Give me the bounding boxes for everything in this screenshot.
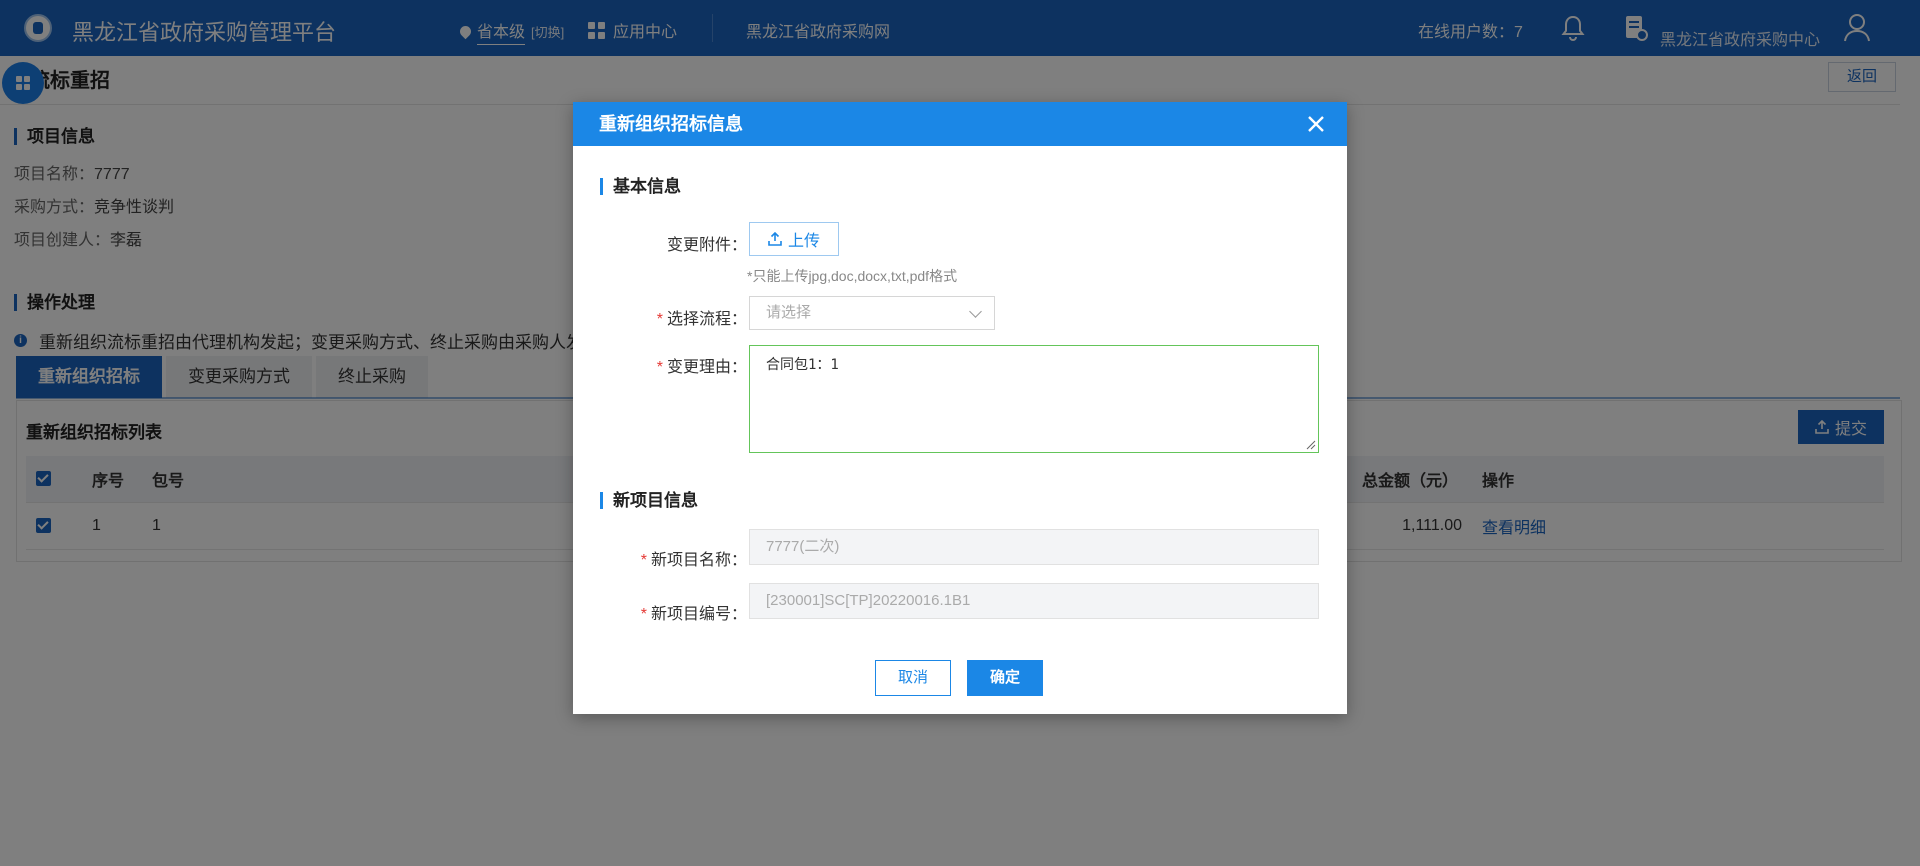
flow-label: * 选择流程：	[633, 305, 747, 329]
close-icon[interactable]	[1307, 115, 1325, 133]
reason-label-text: 变更理由：	[666, 359, 747, 376]
required-marker: *	[656, 359, 663, 376]
new-project-heading: 新项目信息	[600, 492, 698, 509]
required-marker: *	[640, 552, 647, 569]
new-name-label: * 新项目名称：	[613, 546, 747, 570]
flow-select-placeholder: 请选择	[766, 304, 812, 321]
reason-textarea[interactable]: 合同包1：1	[749, 345, 1319, 453]
new-code-label: * 新项目编号：	[613, 600, 747, 624]
rebid-dialog: 重新组织招标信息 基本信息 变更附件： 上传 *只能上传jpg,doc,docx…	[573, 102, 1347, 714]
upload-hint: *只能上传jpg,doc,docx,txt,pdf格式	[747, 268, 958, 284]
upload-button[interactable]: 上传	[749, 222, 839, 256]
resize-handle-icon[interactable]	[1306, 440, 1316, 450]
attachment-label-text: 变更附件：	[666, 237, 747, 254]
flow-select[interactable]: 请选择	[749, 296, 995, 330]
upload-icon	[768, 232, 782, 246]
chevron-down-icon	[969, 305, 982, 318]
reason-value: 合同包1：1	[766, 357, 839, 373]
new-code-label-text: 新项目编号：	[650, 606, 747, 623]
new-name-label-text: 新项目名称：	[650, 552, 747, 569]
reason-label: * 变更理由：	[633, 353, 747, 377]
dialog-title: 重新组织招标信息	[599, 114, 743, 134]
confirm-button[interactable]: 确定	[967, 660, 1043, 696]
flow-label-text: 选择流程：	[666, 311, 747, 328]
new-project-name-value: 7777(二次)	[766, 538, 840, 555]
attachment-label: 变更附件：	[633, 231, 747, 255]
cancel-button[interactable]: 取消	[875, 660, 951, 696]
required-marker: *	[640, 606, 647, 623]
new-project-code-field: [230001]SC[TP]20220016.1B1	[749, 583, 1319, 619]
upload-label: 上传	[787, 233, 820, 250]
required-marker: *	[656, 311, 663, 328]
new-project-name-field: 7777(二次)	[749, 529, 1319, 565]
dialog-header: 重新组织招标信息	[573, 102, 1347, 146]
new-project-code-value: [230001]SC[TP]20220016.1B1	[766, 592, 971, 609]
basic-info-heading: 基本信息	[600, 178, 681, 195]
